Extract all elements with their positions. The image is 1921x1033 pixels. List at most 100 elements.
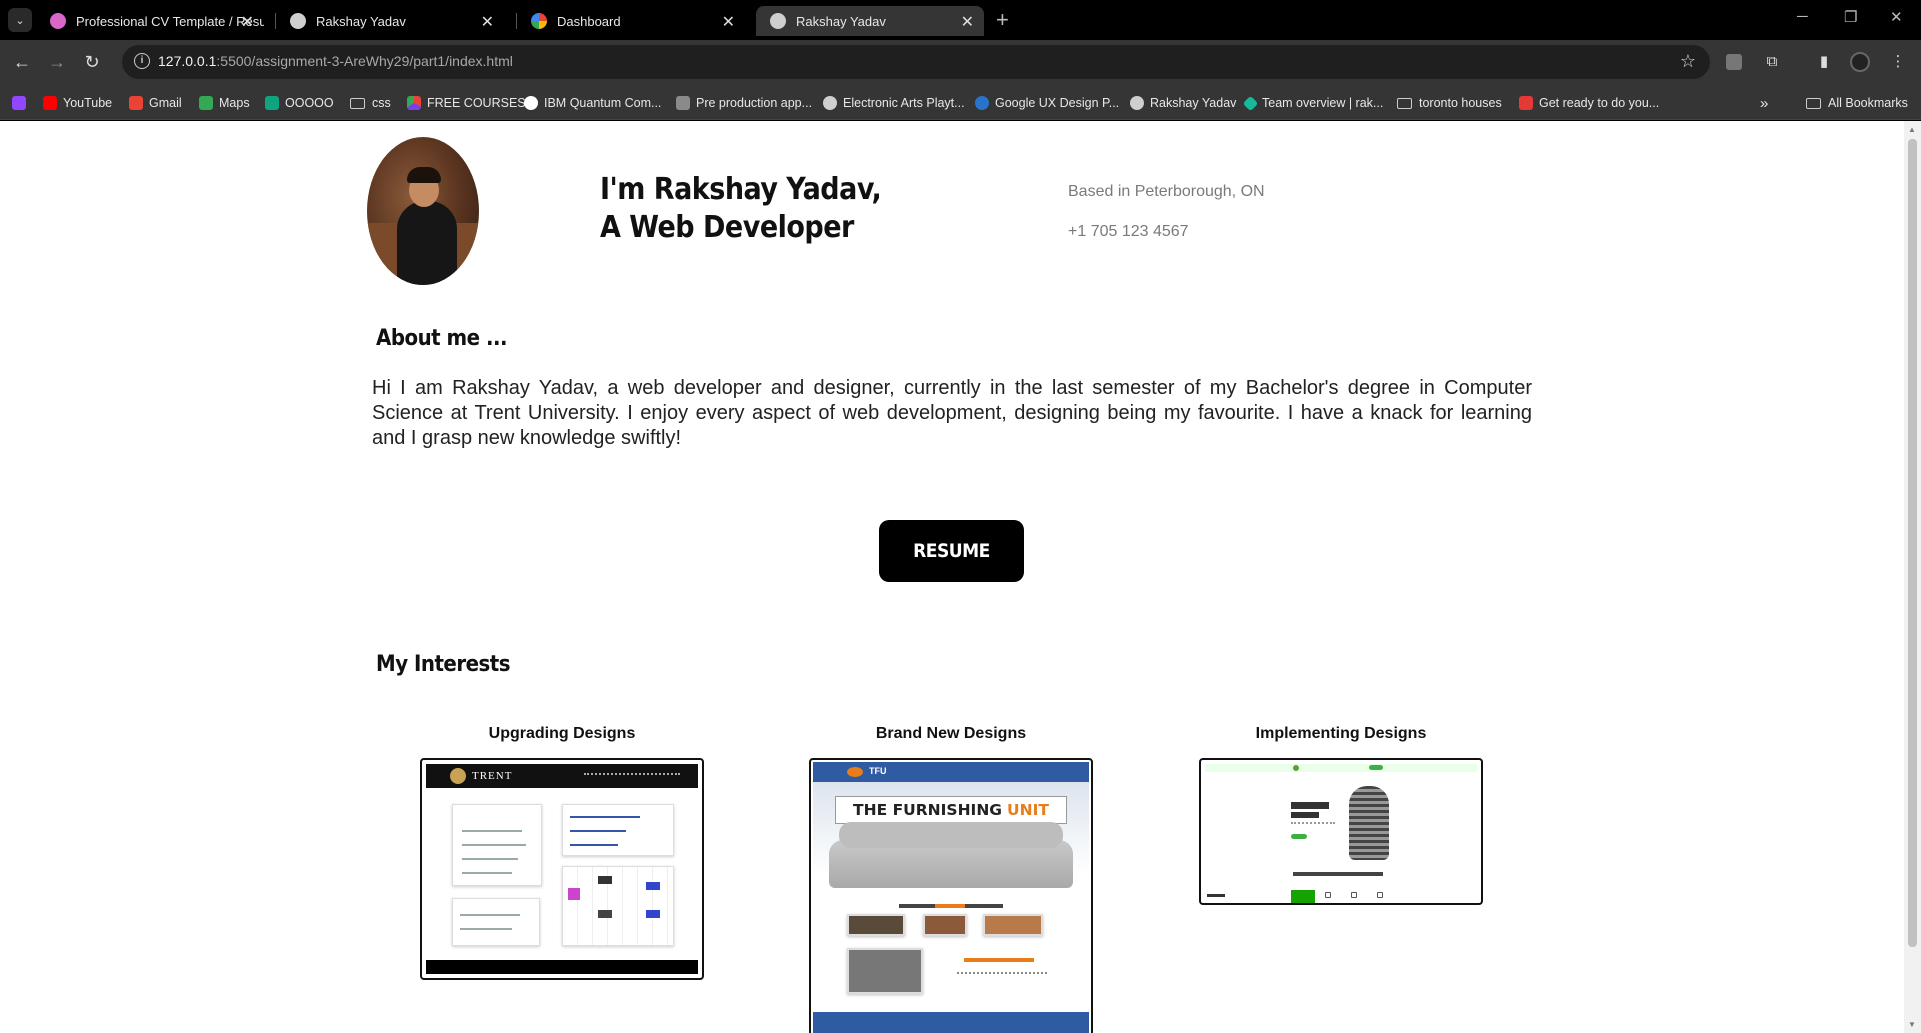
bookmark-toronto-houses[interactable]: toronto houses: [1397, 93, 1502, 113]
scroll-up-arrow-icon[interactable]: ▲: [1908, 125, 1916, 134]
tab-title: Professional CV Template / Resu: [76, 13, 264, 29]
interest-title-upgrading: Upgrading Designs: [488, 725, 636, 742]
bookmark-gmail[interactable]: Gmail: [129, 93, 182, 113]
bookmark-label: Team overview | rak...: [1262, 96, 1384, 110]
bookmarks-bar: YouTube Gmail Maps OOOOO css FREE COURSE…: [0, 86, 1921, 120]
bookmark-label: Pre production app...: [696, 96, 813, 110]
tab-rakshay-active[interactable]: Rakshay Yadav ✕: [756, 6, 984, 36]
bookmark-label: OOOOO: [285, 96, 334, 110]
url-text[interactable]: 127.0.0.1:5500/assignment-3-AreWhy29/par…: [158, 53, 513, 69]
browser-toolbar: ← → ↻ i 127.0.0.1:5500/assignment-3-AreW…: [0, 40, 1921, 86]
url-path: :5500/assignment-3-AreWhy29/part1/index.…: [216, 53, 513, 69]
bookmarks-overflow-button[interactable]: »: [1760, 93, 1768, 113]
coursera-icon: [975, 96, 989, 110]
bookmark-ea[interactable]: Electronic Arts Playt...: [823, 93, 965, 113]
bookmark-ibm-quantum[interactable]: IBM Quantum Com...: [524, 93, 661, 113]
bookmark-youtube[interactable]: YouTube: [43, 93, 112, 113]
leaf-logo-icon: [1293, 765, 1299, 771]
bookmark-rakshay[interactable]: Rakshay Yadav: [1130, 93, 1236, 113]
maple-leaf-icon: [1519, 96, 1533, 110]
scrollbar-thumb[interactable]: [1908, 139, 1917, 947]
close-icon[interactable]: ✕: [722, 12, 735, 32]
openai-icon: [265, 96, 279, 110]
interests-heading: My Interests: [376, 652, 511, 677]
hero-heading: I'm Rakshay Yadav, A Web Developer: [600, 171, 882, 247]
globe-icon: [770, 13, 786, 29]
tab-title: Rakshay Yadav: [796, 13, 886, 29]
bookmark-maps[interactable]: Maps: [199, 93, 250, 113]
about-heading: About me ...: [376, 326, 508, 351]
folder-icon: [350, 97, 365, 109]
bookmark-google-ux[interactable]: Google UX Design P...: [975, 93, 1119, 113]
bookmark-label: Maps: [219, 96, 250, 110]
tab-search-button[interactable]: ⌄: [8, 8, 32, 32]
courses-icon: [407, 96, 421, 110]
interest-title-brand-new: Brand New Designs: [875, 725, 1027, 742]
close-icon[interactable]: ✕: [961, 12, 974, 32]
bookmark-ooooo[interactable]: OOOOO: [265, 93, 334, 113]
address-bar[interactable]: i 127.0.0.1:5500/assignment-3-AreWhy29/p…: [122, 45, 1710, 79]
resume-button[interactable]: RESUME: [879, 520, 1024, 582]
thumb-brand: TFU: [869, 766, 887, 776]
folder-icon: [1806, 97, 1821, 109]
tfu-logo-icon: [847, 767, 863, 777]
site-info-icon[interactable]: i: [134, 53, 150, 69]
window-close-icon[interactable]: ✕: [1890, 8, 1903, 26]
ibm-icon: [524, 96, 538, 110]
globe-icon: [1130, 96, 1144, 110]
new-tab-button[interactable]: +: [996, 7, 1009, 33]
reload-icon[interactable]: ↻: [80, 50, 104, 74]
url-host: 127.0.0.1: [158, 53, 217, 69]
bookmark-star-icon[interactable]: ☆: [1680, 51, 1696, 72]
about-paragraph: Hi I am Rakshay Yadav, a web developer a…: [372, 377, 1532, 449]
location-text: Based in Peterborough, ON: [1068, 183, 1265, 200]
tab-rakshay-1[interactable]: Rakshay Yadav ✕: [276, 6, 504, 36]
bookmark-pre-production[interactable]: Pre production app...: [676, 93, 812, 113]
sofa-image: [829, 822, 1073, 888]
tab-cv-template[interactable]: Professional CV Template / Resu ✕: [36, 6, 264, 36]
gmail-icon: [129, 96, 143, 110]
youtube-icon: [43, 96, 57, 110]
bookmark-label: Google UX Design P...: [995, 96, 1120, 110]
bookmark-label: Gmail: [149, 96, 182, 110]
interest-card-brand-new[interactable]: TFU THE FURNISHING UNIT: [809, 758, 1093, 1033]
restore-icon[interactable]: ❐: [1844, 8, 1857, 26]
tab-title: Dashboard: [557, 13, 621, 29]
page-scrollbar[interactable]: ▲ ▼: [1904, 121, 1921, 1033]
maps-icon: [199, 96, 213, 110]
tab-dashboard[interactable]: Dashboard ✕: [517, 6, 745, 36]
twitch-icon[interactable]: [12, 93, 32, 113]
tab-strip: ⌄ Professional CV Template / Resu ✕ Raks…: [0, 0, 1921, 40]
app-icon: [676, 96, 690, 110]
close-icon[interactable]: ✕: [481, 12, 494, 32]
folder-icon: [1397, 97, 1412, 109]
bookmark-label: Rakshay Yadav: [1150, 96, 1237, 110]
forward-arrow-icon[interactable]: →: [45, 50, 69, 74]
dribbble-icon: [50, 13, 66, 29]
bookmark-free-courses[interactable]: FREE COURSES: [407, 93, 526, 113]
bookmark-get-ready[interactable]: Get ready to do you...: [1519, 93, 1659, 113]
hero-line-2: A Web Developer: [600, 210, 854, 245]
plant-image: [1349, 786, 1389, 860]
scroll-down-arrow-icon[interactable]: ▼: [1908, 1020, 1916, 1029]
close-icon[interactable]: ✕: [241, 12, 254, 32]
bookmark-label: css: [372, 96, 391, 110]
bookmark-team-overview[interactable]: Team overview | rak...: [1242, 93, 1384, 113]
back-arrow-icon[interactable]: ←: [10, 50, 34, 74]
bookmark-css-folder[interactable]: css: [350, 93, 391, 113]
interest-card-implementing[interactable]: [1199, 758, 1483, 905]
all-bookmarks-button[interactable]: All Bookmarks: [1806, 93, 1908, 113]
profile-photo: [367, 137, 479, 285]
menu-kebab-icon[interactable]: ⋮: [1888, 52, 1908, 72]
profile-avatar-icon[interactable]: [1850, 52, 1870, 72]
bookmark-label: Electronic Arts Playt...: [843, 96, 965, 110]
puzzle-icon[interactable]: ⧉: [1762, 52, 1782, 72]
interest-card-upgrading[interactable]: TRENT: [420, 758, 704, 980]
bookmark-label: YouTube: [63, 96, 113, 110]
thumb-brand: TRENT: [472, 770, 513, 782]
tab-title: Rakshay Yadav: [316, 13, 406, 29]
bookmark-label: FREE COURSES: [427, 96, 526, 110]
side-panel-icon[interactable]: ▮: [1814, 52, 1834, 72]
extension-icon[interactable]: [1726, 54, 1742, 70]
minimize-icon[interactable]: ─: [1797, 8, 1808, 25]
